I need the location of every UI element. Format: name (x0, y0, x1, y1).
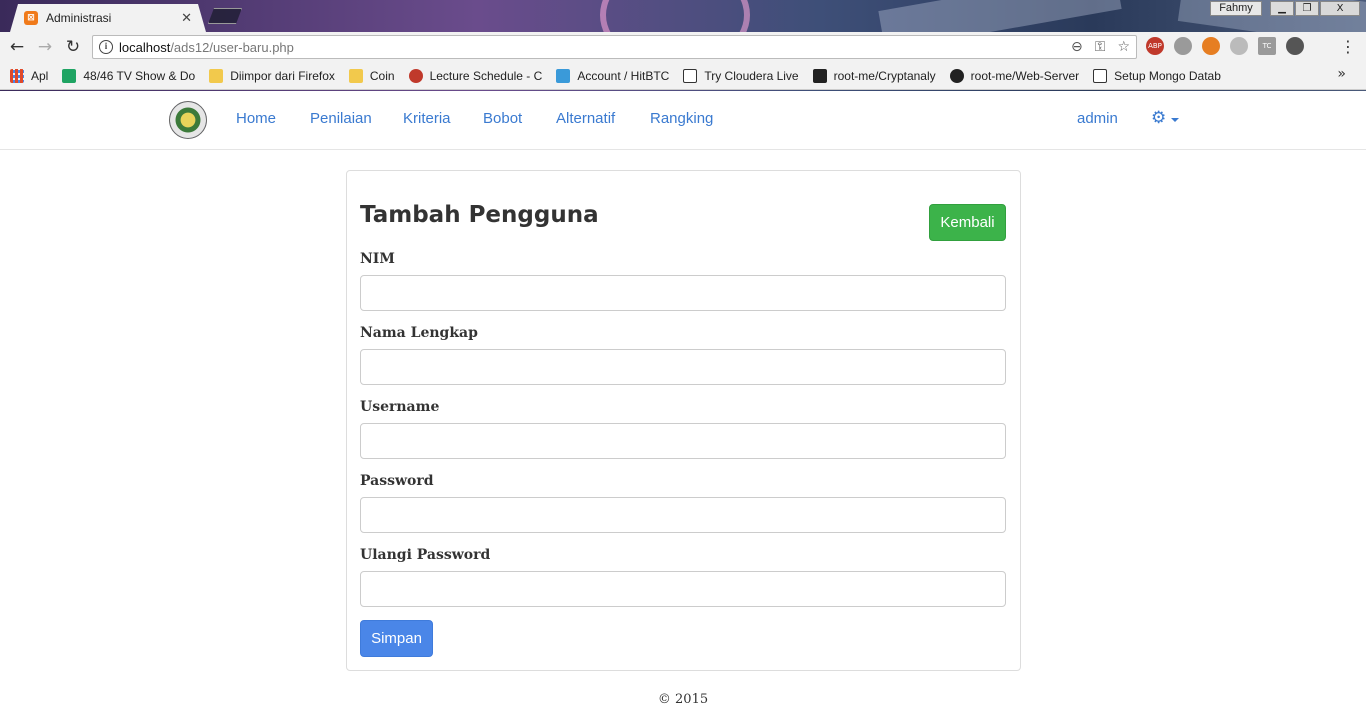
chevron-down-icon[interactable] (1171, 118, 1179, 122)
nav-bobot[interactable]: Bobot (483, 110, 522, 127)
forward-arrow-icon[interactable]: → (34, 36, 56, 58)
save-button[interactable]: Simpan (360, 620, 433, 657)
key-icon[interactable]: ⚿ (1095, 39, 1106, 55)
university-logo[interactable] (169, 101, 207, 139)
browser-toolbar: ← → ↻ i localhost /ads12/user-baru.php ⊖… (0, 32, 1366, 62)
url-path: /ads12/user-baru.php (170, 39, 294, 55)
bookmark-item[interactable]: root-me/Web-Server (949, 68, 1079, 83)
nav-home[interactable]: Home (236, 110, 276, 127)
apple-icon (408, 68, 423, 83)
extension-icon[interactable] (1174, 37, 1192, 55)
browser-chrome: ⊠ Administrasi ✕ Fahmy ▁ ❐ X ← → ↻ i loc… (0, 0, 1366, 91)
bookmark-item[interactable]: root-me/Cryptanaly (812, 68, 936, 83)
extension-icon[interactable] (1202, 37, 1220, 55)
star-icon[interactable]: ☆ (1117, 39, 1130, 55)
extension-icon[interactable] (1286, 37, 1304, 55)
page-icon (1093, 68, 1108, 83)
nama-lengkap-label: Nama Lengkap (360, 325, 478, 341)
folder-icon (209, 68, 224, 83)
username-field[interactable] (360, 423, 1006, 459)
tab-title: Administrasi (46, 11, 112, 25)
browser-tab[interactable]: ⊠ Administrasi ✕ (10, 4, 206, 32)
bookmark-item[interactable]: Diimpor dari Firefox (209, 68, 335, 83)
page-icon (683, 68, 698, 83)
gear-icon[interactable]: ⚙ (1151, 108, 1166, 128)
hitbtc-icon (556, 68, 571, 83)
sheets-icon (62, 68, 77, 83)
confirm-password-label: Ulangi Password (360, 547, 491, 563)
close-window-button[interactable]: X (1320, 1, 1360, 16)
confirm-password-field[interactable] (360, 571, 1006, 607)
github-icon (949, 68, 964, 83)
nav-alternatif[interactable]: Alternatif (556, 110, 615, 127)
bookmark-item[interactable]: Lecture Schedule - C (408, 68, 542, 83)
nav-kriteria[interactable]: Kriteria (403, 110, 451, 127)
rootme-icon (812, 68, 827, 83)
adblock-icon[interactable]: ABP (1146, 37, 1164, 55)
reload-icon[interactable]: ↻ (62, 36, 84, 58)
password-field[interactable] (360, 497, 1006, 533)
folder-icon (348, 68, 363, 83)
extension-icon[interactable]: TC (1258, 37, 1276, 55)
window-user-badge[interactable]: Fahmy (1210, 1, 1262, 16)
apps-grid-icon (10, 68, 24, 83)
url-host: localhost (119, 39, 171, 55)
bookmark-item[interactable]: Account / HitBTC (556, 68, 669, 83)
info-icon[interactable]: i (99, 40, 113, 54)
page-title: Tambah Pengguna (360, 202, 599, 228)
nav-user-admin[interactable]: admin (1077, 110, 1118, 127)
xampp-icon: ⊠ (24, 11, 38, 25)
close-tab-icon[interactable]: ✕ (181, 11, 192, 26)
extension-icon[interactable] (1230, 37, 1248, 55)
bookmark-item[interactable]: Setup Mongo Datab (1093, 68, 1221, 83)
bookmark-item[interactable]: 48/46 TV Show & Do (62, 68, 195, 83)
nav-rangking[interactable]: Rangking (650, 110, 713, 127)
bookmarks-bar: Apl 48/46 TV Show & Do Diimpor dari Fire… (0, 62, 1366, 90)
back-button[interactable]: Kembali (929, 204, 1006, 241)
username-label: Username (360, 399, 440, 415)
nav-penilaian[interactable]: Penilaian (310, 110, 372, 127)
bookmark-item[interactable]: Try Cloudera Live (683, 68, 799, 83)
nama-lengkap-field[interactable] (360, 349, 1006, 385)
back-arrow-icon[interactable]: ← (6, 36, 28, 58)
address-bar[interactable]: i localhost /ads12/user-baru.php ⊖ ⚿ ☆ (92, 35, 1137, 59)
new-tab-button[interactable] (208, 8, 242, 24)
extensions-bar: ABP TC (1146, 37, 1304, 55)
bookmark-item[interactable]: Apl (10, 68, 48, 83)
footer-copyright: © 2015 (657, 692, 709, 707)
password-label: Password (360, 473, 434, 489)
restore-button[interactable]: ❐ (1295, 1, 1319, 16)
nim-field[interactable] (360, 275, 1006, 311)
menu-icon[interactable]: ⋮ (1340, 38, 1356, 56)
zoom-icon[interactable]: ⊖ (1071, 39, 1083, 55)
nim-label: NIM (360, 251, 395, 267)
bookmark-item[interactable]: Coin (348, 68, 395, 83)
minimize-button[interactable]: ▁ (1270, 1, 1294, 16)
more-bookmarks-icon[interactable]: » (1337, 66, 1346, 82)
